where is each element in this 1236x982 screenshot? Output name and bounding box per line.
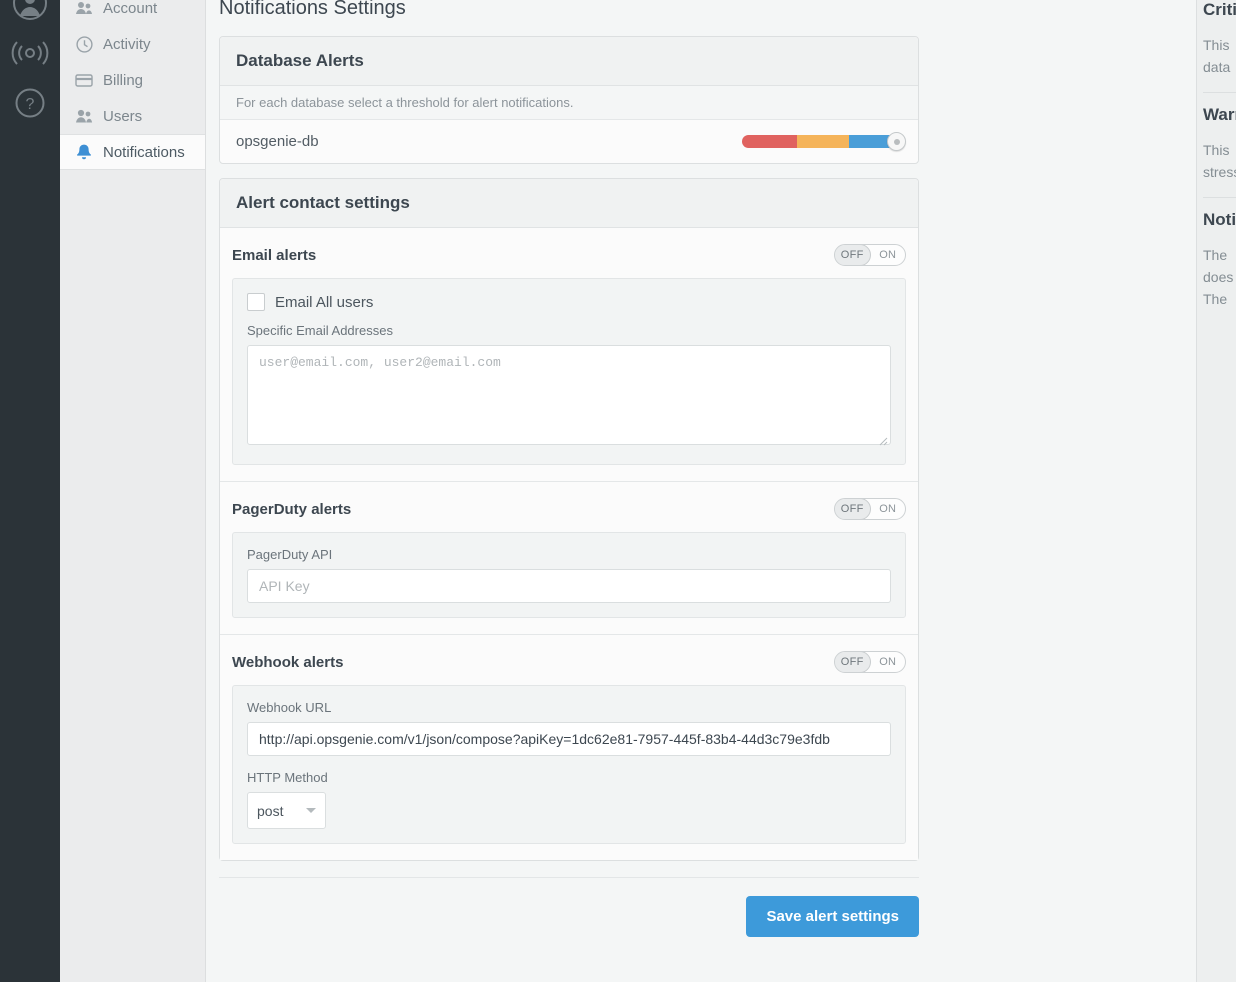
specific-emails-wrap (247, 345, 891, 450)
help-heading: Critical (1203, 0, 1236, 19)
email-alerts-header: Email alerts OFF ON (232, 228, 906, 278)
specific-emails-input[interactable] (247, 345, 891, 445)
help-block-critical: Critical This data (1203, 0, 1236, 78)
users-icon (74, 107, 94, 125)
help-line: data (1203, 59, 1231, 75)
sidebar-item-label: Activity (103, 35, 151, 53)
chevron-down-icon (306, 808, 316, 813)
email-all-users-label: Email All users (275, 293, 374, 311)
sidebar-item-activity[interactable]: Activity (60, 26, 205, 62)
alert-contact-settings-panel: Alert contact settings Email alerts OFF … (219, 178, 919, 861)
sidebar-item-label: Billing (103, 71, 144, 89)
email-alerts-body: Email All users Specific Email Addresses (232, 278, 906, 465)
save-alert-settings-button[interactable]: Save alert settings (746, 896, 919, 937)
help-line: does (1203, 269, 1234, 285)
save-bar: Save alert settings (219, 877, 919, 937)
credit-card-icon (74, 71, 94, 89)
http-method-value: post (257, 802, 284, 819)
sidebar-item-account[interactable]: Account (60, 0, 205, 26)
webhook-alerts-toggle[interactable]: OFF ON (834, 651, 906, 673)
email-alerts-toggle[interactable]: OFF ON (834, 244, 906, 266)
page-title: Notifications Settings (219, 0, 406, 19)
http-method-label: HTTP Method (247, 770, 328, 785)
webhook-alerts-title: Webhook alerts (232, 653, 344, 671)
toggle-on-option[interactable]: ON (871, 245, 906, 265)
clock-icon (74, 35, 94, 53)
email-alerts-section: Email alerts OFF ON Email All users Spec… (220, 228, 918, 482)
user-avatar-icon[interactable] (0, 0, 60, 28)
sidebar-item-billing[interactable]: Billing (60, 62, 205, 98)
help-icon[interactable]: ? (0, 78, 60, 128)
help-line: The (1203, 291, 1228, 307)
database-alerts-heading: Database Alerts (220, 37, 918, 86)
help-line: The (1203, 247, 1228, 263)
threshold-slider[interactable] (742, 131, 906, 151)
pagerduty-api-label: PagerDuty API (247, 547, 333, 562)
toggle-off-option[interactable]: OFF (835, 652, 871, 672)
help-divider (1203, 92, 1236, 93)
specific-emails-label: Specific Email Addresses (247, 323, 393, 338)
webhook-url-label: Webhook URL (247, 700, 332, 715)
database-alerts-description: For each database select a threshold for… (220, 86, 918, 120)
pagerduty-alerts-body: PagerDuty API (232, 532, 906, 618)
help-heading: Warning (1203, 105, 1236, 124)
toggle-off-option[interactable]: OFF (835, 245, 871, 265)
sidebar-item-label: Users (103, 107, 143, 125)
database-row: opsgenie-db (220, 120, 918, 163)
pagerduty-api-key-input[interactable] (247, 569, 891, 603)
help-line: This (1203, 142, 1230, 158)
people-icon (74, 0, 94, 17)
threshold-slider-handle[interactable] (887, 131, 906, 151)
bell-icon (74, 143, 94, 161)
secondary-sidebar: Account Activity Billing Users Notificat… (60, 0, 206, 982)
help-heading: Notice (1203, 210, 1236, 229)
broadcast-icon[interactable] (0, 28, 60, 78)
threshold-segment-warning[interactable] (797, 135, 849, 148)
help-line: This (1203, 37, 1230, 53)
threshold-segment-critical[interactable] (742, 135, 797, 148)
webhook-alerts-section: Webhook alerts OFF ON Webhook URL HTTP M… (220, 635, 918, 860)
help-block-notice: Notice The does The (1203, 210, 1236, 310)
http-method-select[interactable]: post (247, 792, 326, 829)
pagerduty-alerts-title: PagerDuty alerts (232, 500, 352, 518)
email-alerts-title: Email alerts (232, 246, 317, 264)
help-line: stress (1203, 164, 1236, 180)
svg-text:?: ? (26, 96, 35, 113)
webhook-alerts-header: Webhook alerts OFF ON (232, 635, 906, 685)
help-divider (1203, 197, 1236, 198)
alert-contact-heading: Alert contact settings (220, 179, 918, 228)
pagerduty-alerts-section: PagerDuty alerts OFF ON PagerDuty API (220, 482, 918, 635)
pagerduty-alerts-header: PagerDuty alerts OFF ON (232, 482, 906, 532)
toggle-off-option[interactable]: OFF (835, 499, 871, 519)
toggle-on-option[interactable]: ON (871, 499, 906, 519)
sidebar-item-notifications[interactable]: Notifications (60, 134, 205, 170)
main-content: Notifications Settings Database Alerts F… (207, 0, 1196, 982)
database-name: opsgenie-db (236, 133, 319, 150)
pagerduty-alerts-toggle[interactable]: OFF ON (834, 498, 906, 520)
help-block-warning: Warning This stress (1203, 105, 1236, 183)
email-all-users-checkbox[interactable] (247, 293, 265, 311)
help-panel: Critical This data Warning This stress N… (1196, 0, 1236, 982)
email-all-users-row[interactable]: Email All users (247, 293, 891, 311)
sidebar-item-label: Notifications (103, 143, 185, 161)
toggle-on-option[interactable]: ON (871, 652, 906, 672)
sidebar-item-label: Account (103, 0, 158, 17)
icon-rail: ? (0, 0, 60, 982)
app-root: ? Account Activity Billing Users Notific… (0, 0, 1236, 982)
webhook-url-input[interactable] (247, 722, 891, 756)
webhook-alerts-body: Webhook URL HTTP Method post (232, 685, 906, 844)
database-alerts-panel: Database Alerts For each database select… (219, 36, 919, 164)
sidebar-item-users[interactable]: Users (60, 98, 205, 134)
